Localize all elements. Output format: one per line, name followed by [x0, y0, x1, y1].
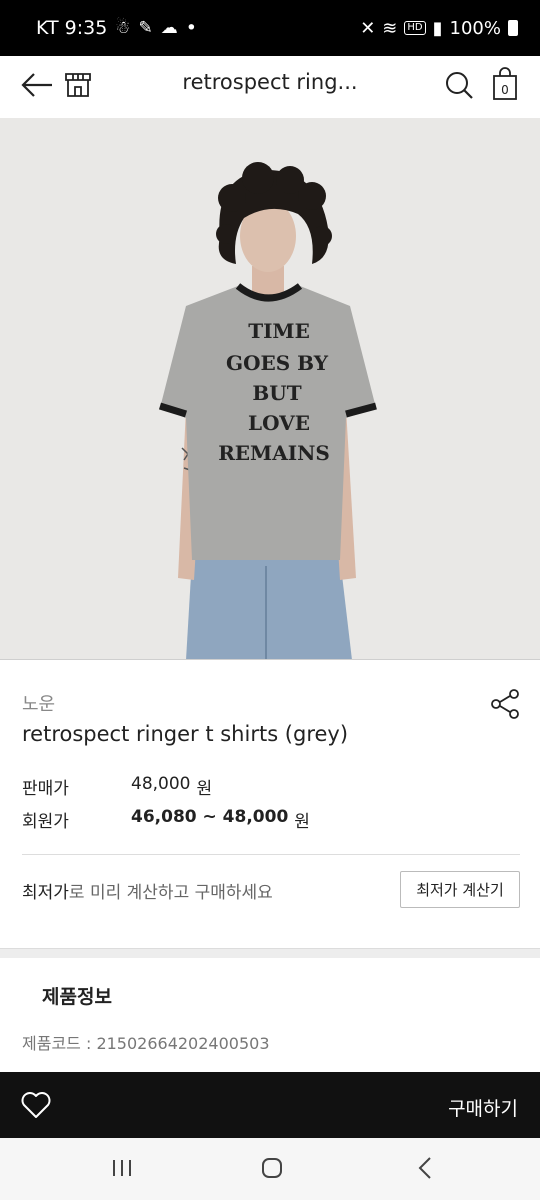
member-price-value: 46,080 ~ 48,000 [131, 807, 289, 827]
product-info-title[interactable]: 제품정보 [42, 982, 112, 1009]
share-icon[interactable] [490, 688, 520, 724]
svg-text:0: 0 [501, 83, 509, 97]
search-icon[interactable] [444, 70, 474, 104]
wifi-icon: ≋ [382, 17, 398, 39]
recent-apps-icon[interactable] [110, 1156, 134, 1184]
shirt-print-line: BUT [252, 381, 301, 405]
member-price-label: 회원가 [22, 812, 69, 832]
mute-icon: ✕ [360, 17, 376, 39]
section-gap [0, 948, 540, 958]
hd-badge: HD [404, 21, 426, 35]
lowest-price-highlight: 최저가 [22, 883, 69, 903]
status-dot: • [185, 17, 198, 39]
cart-icon[interactable]: 0 [491, 67, 519, 105]
product-code: 제품코드 : 21502664202400503 [22, 1034, 270, 1053]
system-nav-bar [0, 1138, 540, 1200]
lowest-price-hint-text: 로 미리 계산하고 구매하세요 [68, 883, 273, 903]
sale-price-label: 판매가 [22, 779, 69, 799]
battery-icon [508, 20, 518, 36]
member-price-row: 회원가 46,080 ~ 48,000 원 [22, 807, 310, 832]
notification-icon: ✎ [138, 18, 153, 38]
notification-icon: ☁ [160, 18, 178, 38]
shirt-print-line: REMAINS [218, 441, 330, 465]
member-price-unit: 원 [294, 812, 310, 832]
product-image[interactable]: TIME GOES BY BUT LOVE REMAINS [0, 118, 540, 660]
shirt-print-line: TIME [248, 319, 310, 343]
signal-icon: ▮ [432, 17, 443, 39]
sale-price-value: 48,000 [131, 774, 191, 794]
status-bar: KT 9:35 ☃ ✎ ☁ • ✕ ≋ HD ▮ 100% [0, 0, 540, 56]
carrier-time: KT 9:35 [36, 17, 108, 39]
home-icon[interactable] [260, 1156, 284, 1184]
buy-button[interactable]: 구매하기 [448, 1094, 518, 1121]
shirt-print-line: LOVE [248, 411, 310, 435]
lowest-price-calculator-button[interactable]: 최저가 계산기 [400, 871, 520, 908]
shirt-print-line: GOES BY [226, 351, 329, 375]
battery-text: 100% [449, 17, 501, 39]
buy-bar: 구매하기 [0, 1072, 540, 1138]
product-name: retrospect ringer t shirts (grey) [22, 722, 349, 746]
brand-name[interactable]: 노운 [22, 690, 55, 716]
lowest-price-hint: 최저가로 미리 계산하고 구매하세요 [22, 878, 273, 903]
sale-price-unit: 원 [196, 779, 213, 799]
back-nav-icon[interactable] [414, 1156, 438, 1184]
notification-icon: ☃ [115, 18, 131, 38]
sale-price-row: 판매가 48,000 원 [22, 774, 212, 799]
app-header: retrospect ring... 0 [0, 56, 540, 118]
divider [22, 854, 520, 855]
heart-icon[interactable] [20, 1090, 52, 1124]
